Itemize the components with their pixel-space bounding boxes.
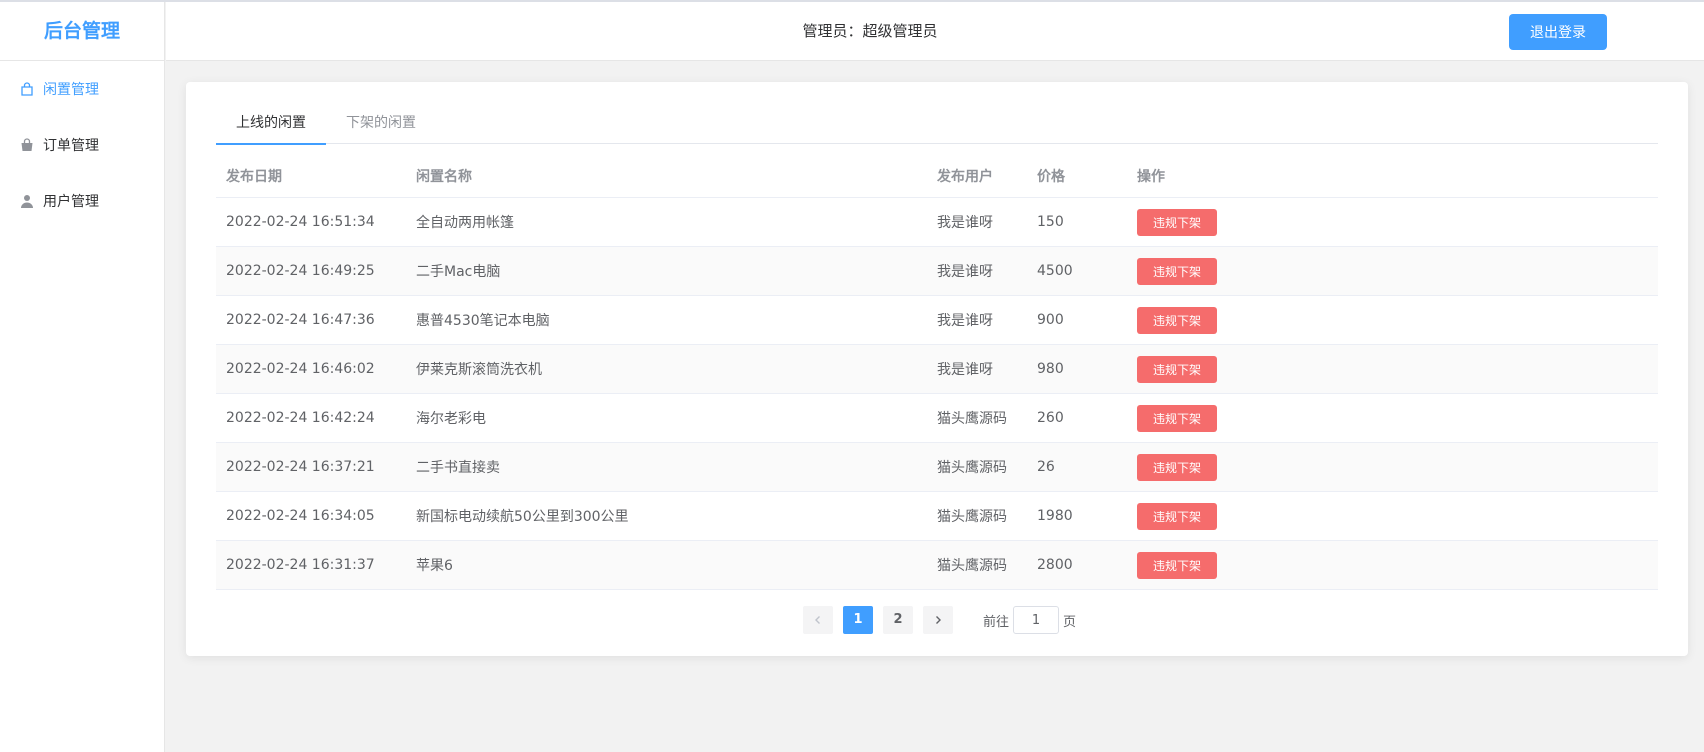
table-row: 2022-02-24 16:34:05 新国标电动续航50公里到300公里 猫头…: [216, 492, 1658, 541]
cell-operation: 违规下架: [1137, 404, 1658, 432]
cell-price: 4500: [1037, 263, 1073, 279]
tab-bar: 上线的闲置 下架的闲置: [216, 102, 1658, 145]
chevron-right-icon: [933, 612, 943, 627]
table-row: 2022-02-24 16:42:24 海尔老彩电 猫头鹰源码 260 违规下架: [216, 394, 1658, 443]
table-row: 2022-02-24 16:51:34 全自动两用帐篷 我是谁呀 150 违规下…: [216, 198, 1658, 247]
cell-name: 全自动两用帐篷: [416, 215, 514, 231]
sidebar: 后台管理 闲置管理 订单管理 用户管理: [0, 2, 165, 752]
cell-price: 150: [1037, 214, 1064, 230]
table-row: 2022-02-24 16:31:37 苹果6 猫头鹰源码 2800 违规下架: [216, 541, 1658, 590]
cell-name: 海尔老彩电: [416, 411, 486, 427]
cell-user: 猫头鹰源码: [937, 460, 1007, 476]
brand-title: 后台管理: [0, 2, 164, 61]
cell-name: 二手Mac电脑: [416, 264, 501, 280]
cell-name: 二手书直接卖: [416, 460, 500, 476]
column-header-name: 闲置名称: [416, 168, 472, 185]
pagination: 1 2 前往 页: [186, 606, 1688, 634]
cell-user: 我是谁呀: [937, 264, 993, 280]
cell-operation: 违规下架: [1137, 208, 1658, 236]
prev-page-button[interactable]: [802, 606, 833, 634]
column-header-date: 发布日期: [226, 168, 282, 185]
takedown-button[interactable]: 违规下架: [1137, 453, 1217, 481]
cell-price: 26: [1037, 459, 1055, 475]
sidebar-menu: 闲置管理 订单管理 用户管理: [0, 61, 164, 229]
cell-date: 2022-02-24 16:47:36: [226, 312, 375, 328]
cell-name: 苹果6: [416, 558, 453, 574]
page-jumper: 前往 页: [983, 606, 1076, 634]
sidebar-item-order-management[interactable]: 订单管理: [0, 117, 164, 173]
table-header: 发布日期 闲置名称 发布用户 价格 操作: [216, 154, 1658, 198]
tab-offline-items[interactable]: 下架的闲置: [326, 102, 436, 144]
table-row: 2022-02-24 16:47:36 惠普4530笔记本电脑 我是谁呀 900…: [216, 296, 1658, 345]
column-header-user: 发布用户: [937, 168, 993, 185]
cell-user: 猫头鹰源码: [937, 411, 1007, 427]
table-row: 2022-02-24 16:37:21 二手书直接卖 猫头鹰源码 26 违规下架: [216, 443, 1658, 492]
cell-name: 伊莱克斯滚筒洗衣机: [416, 362, 542, 378]
page-number-1[interactable]: 1: [842, 606, 873, 634]
cell-price: 900: [1037, 312, 1064, 328]
cell-date: 2022-02-24 16:42:24: [226, 410, 375, 426]
cell-date: 2022-02-24 16:49:25: [226, 263, 375, 279]
takedown-button[interactable]: 违规下架: [1137, 502, 1217, 530]
cell-date: 2022-02-24 16:34:05: [226, 508, 375, 524]
top-header: 管理员：超级管理员 退出登录: [166, 2, 1704, 61]
cell-date: 2022-02-24 16:31:37: [226, 557, 375, 573]
cell-user: 我是谁呀: [937, 215, 993, 231]
cell-date: 2022-02-24 16:46:02: [226, 361, 375, 377]
goto-suffix-label: 页: [1063, 614, 1077, 630]
cell-price: 980: [1037, 361, 1064, 377]
cell-operation: 违规下架: [1137, 306, 1658, 334]
sidebar-item-idle-management[interactable]: 闲置管理: [0, 61, 164, 117]
takedown-button[interactable]: 违规下架: [1137, 306, 1217, 334]
tab-online-items[interactable]: 上线的闲置: [216, 102, 326, 145]
cell-date: 2022-02-24 16:51:34: [226, 214, 375, 230]
takedown-button[interactable]: 违规下架: [1137, 404, 1217, 432]
user-icon: [20, 194, 34, 208]
admin-title: 管理员：超级管理员: [802, 22, 938, 40]
table-row: 2022-02-24 16:49:25 二手Mac电脑 我是谁呀 4500 违规…: [216, 247, 1658, 296]
cell-user: 猫头鹰源码: [937, 558, 1007, 574]
content-card: 上线的闲置 下架的闲置 发布日期 闲置名称 发布用户 价格 操作 2022-02…: [186, 82, 1688, 656]
cell-operation: 违规下架: [1137, 551, 1658, 579]
chevron-left-icon: [813, 612, 823, 627]
items-table: 发布日期 闲置名称 发布用户 价格 操作 2022-02-24 16:51:34…: [216, 154, 1658, 590]
next-page-button[interactable]: [922, 606, 953, 634]
cell-operation: 违规下架: [1137, 453, 1658, 481]
takedown-button[interactable]: 违规下架: [1137, 208, 1217, 236]
cell-user: 猫头鹰源码: [937, 509, 1007, 525]
takedown-button[interactable]: 违规下架: [1137, 355, 1217, 383]
column-header-operation: 操作: [1137, 168, 1165, 185]
cell-operation: 违规下架: [1137, 355, 1658, 383]
cell-name: 惠普4530笔记本电脑: [416, 313, 550, 329]
shopping-bag-icon: [20, 82, 34, 96]
goto-page-input[interactable]: [1013, 606, 1059, 634]
cell-user: 我是谁呀: [937, 362, 993, 378]
cell-operation: 违规下架: [1137, 502, 1658, 530]
basket-icon: [20, 138, 34, 152]
sidebar-item-user-management[interactable]: 用户管理: [0, 173, 164, 229]
logout-button[interactable]: 退出登录: [1509, 14, 1607, 50]
cell-price: 1980: [1037, 508, 1073, 524]
sidebar-item-label: 闲置管理: [43, 82, 99, 98]
cell-name: 新国标电动续航50公里到300公里: [416, 509, 629, 525]
table-row: 2022-02-24 16:46:02 伊莱克斯滚筒洗衣机 我是谁呀 980 违…: [216, 345, 1658, 394]
page-number-2[interactable]: 2: [882, 606, 913, 634]
cell-operation: 违规下架: [1137, 257, 1658, 285]
sidebar-item-label: 用户管理: [43, 194, 99, 210]
takedown-button[interactable]: 违规下架: [1137, 551, 1217, 579]
cell-price: 260: [1037, 410, 1064, 426]
sidebar-item-label: 订单管理: [43, 138, 99, 154]
column-header-price: 价格: [1037, 168, 1065, 185]
cell-user: 我是谁呀: [937, 313, 993, 329]
takedown-button[interactable]: 违规下架: [1137, 257, 1217, 285]
goto-prefix-label: 前往: [982, 614, 1009, 630]
cell-date: 2022-02-24 16:37:21: [226, 459, 375, 475]
cell-price: 2800: [1037, 557, 1073, 573]
